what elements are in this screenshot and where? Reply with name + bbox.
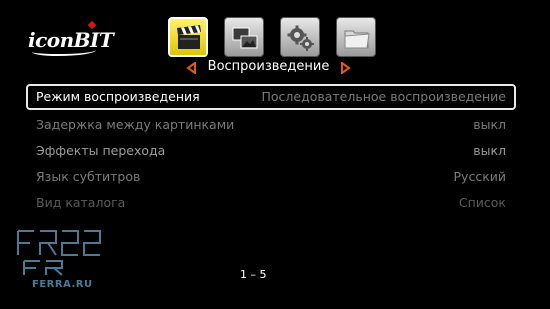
watermark-text: FERRA.RU — [32, 279, 93, 290]
watermark: FERRA.RU — [14, 225, 104, 300]
page-indicator: 1 – 5 — [240, 268, 267, 281]
brand-logo-swoosh — [32, 46, 96, 56]
menu-item-playback-mode[interactable]: Режим воспроизведения Последовательное в… — [26, 84, 516, 110]
tab-video[interactable] — [168, 17, 208, 57]
tab-files[interactable] — [336, 17, 376, 57]
menu-item-slide-delay[interactable]: Задержка между картинками выкл — [26, 112, 516, 138]
menu-item-catalog-view[interactable]: Вид каталога Список — [26, 190, 516, 216]
brand-logo: iconBIT — [28, 20, 114, 58]
menu-item-subtitle-language[interactable]: Язык субтитров Русский — [26, 164, 516, 190]
menu-item-label: Эффекты перехода — [36, 143, 166, 158]
arrow-left-icon[interactable] — [186, 62, 196, 74]
settings-menu: Режим воспроизведения Последовательное в… — [26, 84, 516, 216]
photo-gallery-icon — [232, 27, 258, 49]
menu-item-value: Последовательное воспроизведение — [261, 89, 506, 104]
folder-icon — [344, 30, 370, 49]
menu-item-value: выкл — [473, 117, 506, 132]
menu-item-value: выкл — [473, 143, 506, 158]
menu-item-transition-effects[interactable]: Эффекты перехода выкл — [26, 138, 516, 164]
movie-clapper-icon — [177, 25, 201, 49]
tab-photo[interactable] — [224, 17, 264, 57]
menu-item-label: Задержка между картинками — [36, 117, 235, 132]
menu-item-value: Русский — [453, 169, 506, 184]
arrow-right-icon[interactable] — [341, 62, 351, 74]
section-navigator: Воспроизведение — [186, 58, 351, 78]
menu-item-label: Язык субтитров — [36, 169, 141, 184]
ferra-logo-icon — [17, 230, 101, 276]
menu-item-label: Вид каталога — [36, 195, 126, 210]
menu-item-value: Список — [458, 195, 506, 210]
menu-item-label: Режим воспроизведения — [36, 89, 200, 104]
settings-gears-icon — [287, 25, 314, 51]
tab-settings[interactable] — [280, 17, 320, 57]
section-title: Воспроизведение — [207, 59, 330, 74]
